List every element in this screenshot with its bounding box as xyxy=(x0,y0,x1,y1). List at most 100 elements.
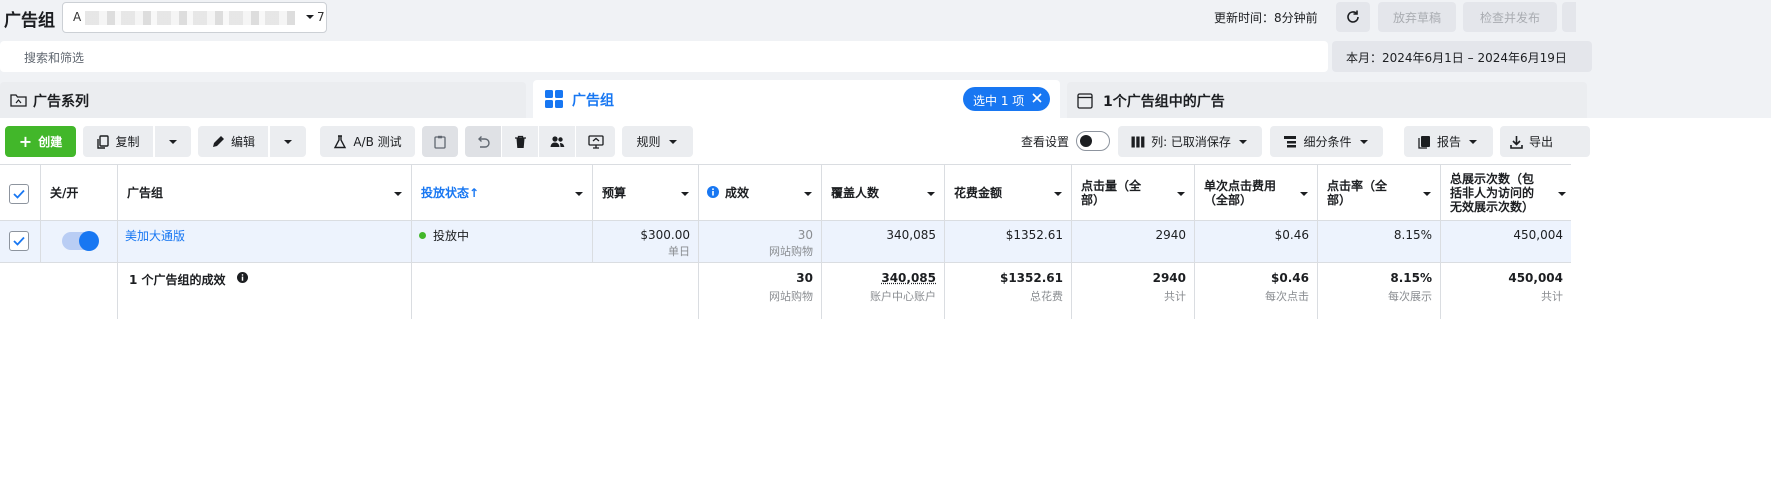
tab-adsets[interactable]: 广告组 选中 1 项 xyxy=(533,80,1060,120)
ab-test-button[interactable]: A/B 测试 xyxy=(320,126,415,157)
flask-icon xyxy=(334,134,347,148)
header-reach[interactable]: 覆盖人数 xyxy=(822,164,945,221)
delete-button[interactable] xyxy=(502,126,538,157)
undo-button[interactable] xyxy=(465,126,501,157)
chevron-down-icon[interactable] xyxy=(1053,189,1063,199)
check-icon xyxy=(13,189,25,199)
discard-draft-button[interactable]: 放弃草稿 xyxy=(1378,2,1456,32)
header-clicks-line2: 部） xyxy=(1081,193,1106,207)
duplicate-button[interactable]: 复制 xyxy=(83,126,153,157)
account-selector[interactable]: A 7 xyxy=(62,2,327,33)
footer-ctr-type: 每次展示 xyxy=(1388,290,1432,303)
results-type: 网站购物 xyxy=(769,245,813,258)
chevron-down-icon[interactable] xyxy=(926,189,936,199)
selected-count-pill[interactable]: 选中 1 项 xyxy=(963,87,1050,111)
duplicate-label: 复制 xyxy=(115,135,140,149)
search-filter-input[interactable]: 搜索和筛选 xyxy=(0,41,1328,72)
audience-button[interactable] xyxy=(539,126,575,157)
header-adset[interactable]: 广告组 xyxy=(118,164,412,221)
row-clicks-cell: 2940 xyxy=(1072,221,1195,263)
header-impressions[interactable]: 总展示次数（包 括非人为访问的 无效展示次数） xyxy=(1441,164,1571,221)
header-delivery-label: 投放状态↑ xyxy=(421,186,480,200)
chevron-down-icon xyxy=(169,139,177,144)
chevron-down-icon[interactable] xyxy=(803,189,813,199)
chevron-down-icon xyxy=(668,139,677,144)
duplicate-dropdown[interactable] xyxy=(155,126,191,157)
adset-on-toggle[interactable] xyxy=(62,231,99,251)
status-badge: 投放中 xyxy=(433,229,470,243)
undo-icon xyxy=(478,135,490,148)
chevron-down-icon[interactable] xyxy=(1176,189,1186,199)
header-cpc[interactable]: 单次点击费用 （全部） xyxy=(1195,164,1318,221)
breakdown-label: 细分条件 xyxy=(1303,135,1352,149)
row-impressions-cell: 450,004 xyxy=(1441,221,1571,263)
footer-spend-value: $1352.61 xyxy=(999,271,1063,285)
export-button[interactable]: 导出 xyxy=(1500,126,1590,157)
footer-cpc-value: $0.46 xyxy=(1271,271,1309,285)
footer-spend-cell: $1352.61 总花费 xyxy=(945,263,1072,319)
row-results-cell: 30 网站购物 xyxy=(699,221,822,263)
chevron-down-icon[interactable] xyxy=(1422,189,1432,199)
header-budget[interactable]: 预算 xyxy=(593,164,699,221)
footer-reach-type: 账户中心账户 xyxy=(870,290,936,303)
row-checkbox[interactable] xyxy=(9,231,29,251)
header-ctr[interactable]: 点击率（全 部） xyxy=(1318,164,1441,221)
footer-impressions-value: 450,004 xyxy=(1508,271,1563,285)
tab-campaigns-label: 广告系列 xyxy=(33,94,89,110)
adset-name-link[interactable]: 美加大通版 xyxy=(125,227,185,244)
footer-summary-label: 1 个广告组的成效 xyxy=(129,273,226,287)
view-settings-toggle[interactable] xyxy=(1076,131,1110,151)
header-ctr-label: 点击率（全 部） xyxy=(1327,179,1387,207)
columns-button[interactable]: 列: 已取消保存 xyxy=(1118,126,1262,157)
tab-ads[interactable]: 1个广告组中的广告 xyxy=(1067,82,1587,118)
refresh-button[interactable] xyxy=(1336,2,1370,32)
overflow-button[interactable] xyxy=(1562,2,1576,32)
footer-results-value: 30 xyxy=(796,271,813,285)
footer-impressions-type: 共计 xyxy=(1541,290,1563,303)
chevron-down-icon[interactable] xyxy=(574,189,584,199)
row-ctr-cell: 8.15% xyxy=(1318,221,1441,263)
footer-results-type: 网站购物 xyxy=(769,290,813,303)
footer-label-cell: 1 个广告组的成效 xyxy=(118,263,412,319)
chevron-down-icon[interactable] xyxy=(393,189,403,199)
select-all-checkbox[interactable] xyxy=(9,184,29,204)
preview-button[interactable] xyxy=(576,126,615,157)
rules-label: 规则 xyxy=(636,135,661,149)
columns-icon xyxy=(1131,136,1145,147)
breakdown-button[interactable]: 细分条件 xyxy=(1270,126,1383,157)
folder-icon xyxy=(10,94,27,107)
budget-period: 单日 xyxy=(668,245,690,258)
header-delivery[interactable]: 投放状态↑ xyxy=(412,164,593,221)
chevron-down-icon[interactable] xyxy=(1299,189,1309,199)
header-ctr-line1: 点击率（全 xyxy=(1327,179,1388,193)
rules-button[interactable]: 规则 xyxy=(622,126,693,157)
cpc-value: $0.46 xyxy=(1274,228,1309,242)
chevron-down-icon[interactable] xyxy=(1557,189,1567,199)
row-budget-cell[interactable]: $300.00 单日 xyxy=(593,221,699,263)
create-button[interactable]: + 创建 xyxy=(5,126,76,157)
footer-ctr-value: 8.15% xyxy=(1390,271,1432,285)
footer-cpc-cell: $0.46 每次点击 xyxy=(1195,263,1318,319)
chevron-down-icon xyxy=(306,15,314,19)
header-select-all xyxy=(0,164,41,221)
tab-campaigns[interactable]: 广告系列 xyxy=(0,82,526,118)
info-icon[interactable] xyxy=(237,272,248,283)
date-range-picker[interactable]: 本月：2024年6月1日 – 2024年6月19日 xyxy=(1332,41,1592,72)
header-clicks[interactable]: 点击量（全 部） xyxy=(1072,164,1195,221)
review-publish-button[interactable]: 检查并发布 xyxy=(1463,2,1557,32)
info-icon[interactable] xyxy=(707,186,719,198)
tab-adsets-label: 广告组 xyxy=(572,93,614,109)
close-icon[interactable] xyxy=(1031,92,1043,104)
edit-button[interactable]: 编辑 xyxy=(198,126,268,157)
edit-dropdown[interactable] xyxy=(270,126,306,157)
header-results[interactable]: 成效 xyxy=(699,164,822,221)
row-reach-cell: 340,085 xyxy=(822,221,945,263)
reports-button[interactable]: 报告 xyxy=(1404,126,1493,157)
reports-label: 报告 xyxy=(1436,135,1461,149)
header-cpc-line2: （全部） xyxy=(1204,193,1253,207)
header-on-off[interactable]: 关/开 xyxy=(41,164,118,221)
chevron-down-icon[interactable] xyxy=(680,189,690,199)
impressions-value: 450,004 xyxy=(1513,228,1563,242)
header-spend[interactable]: 花费金额 xyxy=(945,164,1072,221)
clipboard-button[interactable] xyxy=(422,126,458,157)
